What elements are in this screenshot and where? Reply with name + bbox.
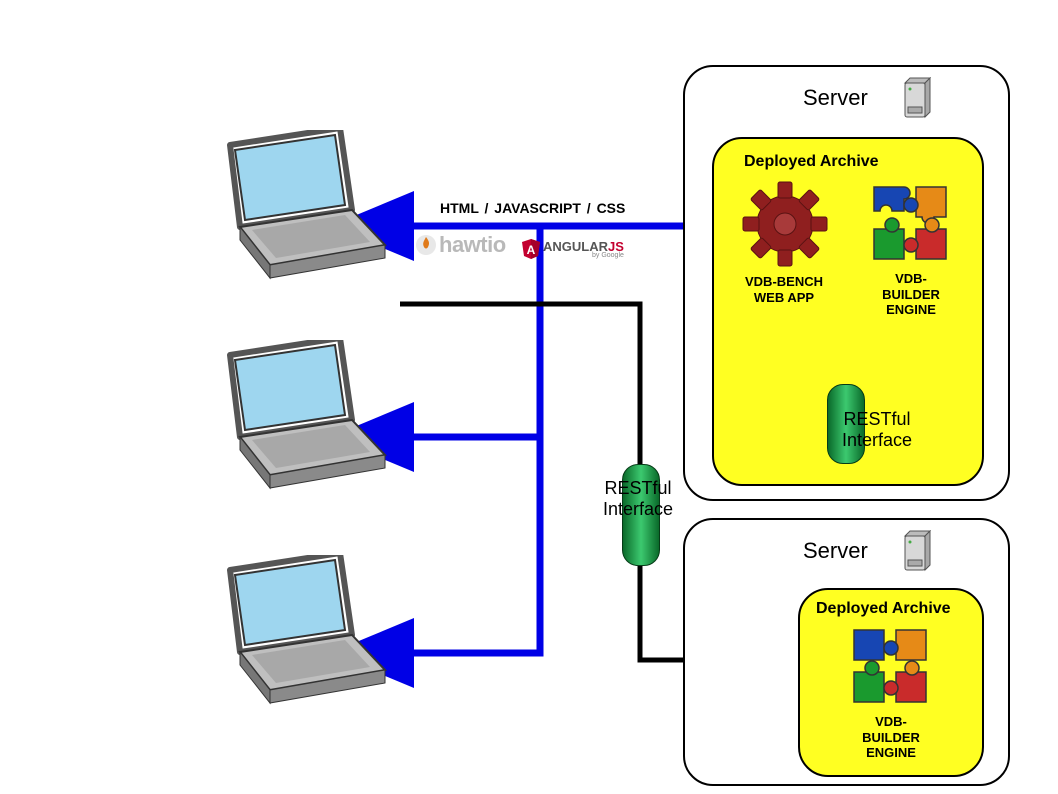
vdb-bench-label: VDB-BENCHWEB APP bbox=[734, 274, 834, 305]
vdb-builder-label-bottom: VDB-BUILDERENGINE bbox=[846, 714, 936, 761]
tech-stack-label: HTML / JAVASCRIPT / CSS bbox=[440, 200, 625, 216]
laptop-client-3 bbox=[190, 555, 390, 725]
vdb-builder-label-top: VDB-BUILDERENGINE bbox=[866, 271, 956, 318]
server-tower-icon bbox=[901, 77, 931, 121]
svg-text:A: A bbox=[527, 243, 536, 257]
laptop-client-1 bbox=[190, 130, 390, 300]
archive-title-top: Deployed Archive bbox=[744, 153, 879, 171]
server-tower-icon bbox=[901, 530, 931, 574]
server-title-top: Server bbox=[803, 85, 868, 111]
architecture-diagram: HTML / JAVASCRIPT / CSS hawtio A ANGULAR… bbox=[0, 0, 1058, 794]
server-title-bottom: Server bbox=[803, 538, 868, 564]
hawtio-logo: hawtio bbox=[415, 232, 506, 258]
laptop-client-2 bbox=[190, 340, 390, 510]
puzzle-icon bbox=[848, 624, 934, 710]
server-box-top: Server Deployed Archive bbox=[683, 65, 1010, 501]
rest-node-internal bbox=[827, 384, 865, 464]
server-box-bottom: Server Deployed Archive bbox=[683, 518, 1010, 786]
gear-icon bbox=[740, 179, 830, 269]
rest-label-external: RESTfulInterface bbox=[588, 478, 688, 519]
hawtio-text: hawtio bbox=[439, 232, 506, 258]
angular-shield-icon: A bbox=[521, 238, 541, 260]
deployed-archive-bottom: Deployed Archive VDB-BUILDERENGINE bbox=[798, 588, 984, 777]
rest-label-internal: RESTfulInterface bbox=[802, 409, 952, 450]
flame-icon bbox=[415, 234, 437, 256]
puzzle-icon bbox=[868, 181, 954, 267]
deployed-archive-top: Deployed Archive bbox=[712, 137, 984, 486]
archive-title-bottom: Deployed Archive bbox=[816, 600, 951, 618]
angularjs-logo: A ANGULARJS by Google bbox=[521, 238, 624, 260]
